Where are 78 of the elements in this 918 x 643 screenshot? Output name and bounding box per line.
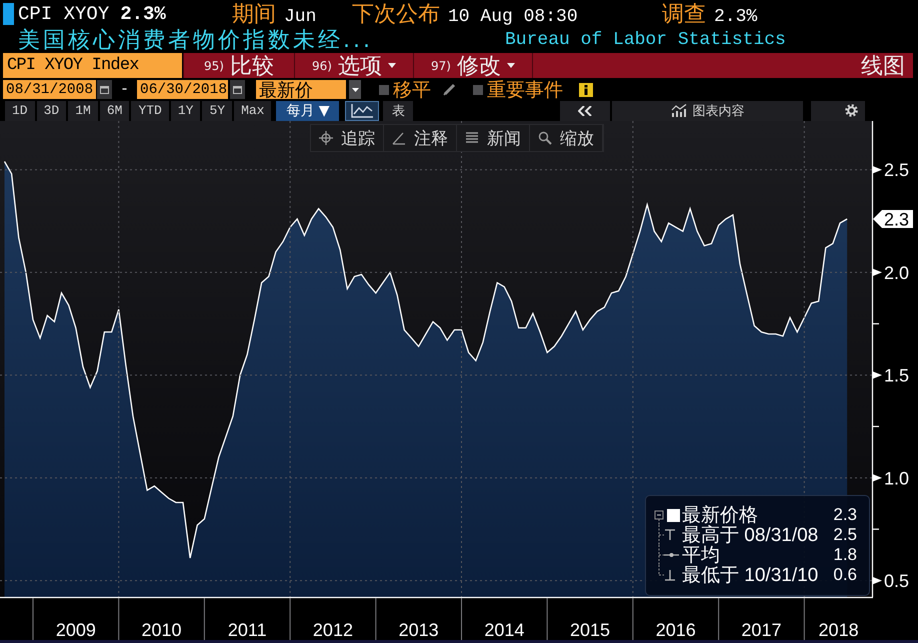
period-button[interactable]: 3D bbox=[36, 100, 66, 120]
price-field-dropdown[interactable]: 最新价 bbox=[256, 80, 346, 99]
chart-contents-button[interactable]: 图表内容 bbox=[612, 100, 803, 120]
ticker: CPI XYOY bbox=[18, 2, 110, 24]
search-icon bbox=[538, 131, 552, 145]
view-button[interactable] bbox=[345, 100, 380, 120]
y-axis-label: 1.0 bbox=[884, 468, 910, 488]
security-description: 美国核心消费者物价指数未经... bbox=[18, 27, 374, 54]
legend-value: 1.8 bbox=[833, 545, 857, 565]
period-button[interactable]: 1D bbox=[5, 100, 35, 120]
calendar-icon bbox=[233, 85, 242, 94]
menu-button[interactable]: 95) 比较 bbox=[183, 53, 294, 78]
field-value: Jun bbox=[284, 6, 316, 26]
period-button[interactable]: 5Y bbox=[202, 100, 232, 120]
security-field[interactable]: CPI XYOY Index bbox=[3, 53, 182, 78]
field-label: 调查 bbox=[662, 0, 706, 28]
x-axis-label: 2013 bbox=[398, 620, 439, 640]
x-axis-label: 2009 bbox=[56, 620, 96, 640]
checkbox-label: 重要事件 bbox=[487, 78, 563, 102]
selection-marker-icon bbox=[3, 2, 14, 24]
legend-label: 最新价格 bbox=[682, 504, 758, 526]
x-axis-label: 2011 bbox=[228, 620, 267, 640]
data-source: Bureau of Labor Statistics bbox=[505, 30, 786, 50]
draw-line-icon bbox=[392, 131, 406, 145]
x-axis-label: 2015 bbox=[570, 620, 610, 640]
y-axis-label: 2.5 bbox=[884, 160, 910, 180]
view-button[interactable]: 表 bbox=[383, 100, 414, 120]
checkbox[interactable] bbox=[473, 84, 483, 94]
x-axis-label: 2012 bbox=[312, 620, 353, 640]
settings-icon bbox=[845, 104, 858, 117]
x-axis-label: 2018 bbox=[818, 620, 859, 640]
field-label: 期间 bbox=[232, 0, 276, 28]
end-date-field[interactable]: 06/30/2018 bbox=[137, 80, 228, 99]
legend-value: 2.3 bbox=[833, 505, 857, 525]
calendar-button[interactable] bbox=[97, 80, 112, 99]
y-axis-label: 2.0 bbox=[884, 262, 910, 283]
legend-value: 2.5 bbox=[833, 525, 857, 545]
chart-type-bar: 线图 bbox=[532, 53, 913, 78]
last-value-tag: 2.3 bbox=[873, 210, 913, 230]
checkbox-label: 移平 bbox=[393, 78, 431, 102]
y-axis-label: 0.5 bbox=[884, 571, 910, 592]
legend-label: 平均 bbox=[682, 544, 720, 566]
checkbox[interactable] bbox=[379, 84, 389, 94]
caret-icon bbox=[352, 88, 358, 92]
x-axis-label: 2014 bbox=[484, 620, 524, 640]
legend-label: 最低于 10/31/10 bbox=[682, 564, 818, 588]
calendar-button[interactable] bbox=[230, 80, 245, 99]
frequency-dropdown[interactable]: 每月 ▼ bbox=[276, 100, 340, 120]
period-button[interactable]: 6M bbox=[100, 100, 130, 120]
period-button[interactable]: 1Y bbox=[170, 100, 200, 120]
x-axis-label: 2010 bbox=[142, 620, 182, 640]
dropdown-button[interactable] bbox=[349, 80, 361, 99]
menu-button[interactable]: 96) 选项 bbox=[294, 53, 413, 78]
x-axis-label: 2016 bbox=[656, 620, 696, 640]
period-button[interactable]: YTD bbox=[131, 100, 169, 120]
line-chart-icon bbox=[351, 104, 374, 118]
last-value: 2.3% bbox=[120, 2, 166, 24]
legend-label: 最高于 08/31/08 bbox=[682, 524, 818, 546]
start-date-field[interactable]: 08/31/2008 bbox=[3, 80, 96, 99]
date-separator: - bbox=[118, 81, 130, 98]
menu-button[interactable]: 97) 修改 bbox=[413, 53, 532, 78]
period-button[interactable]: Max bbox=[234, 100, 272, 120]
field-value: 10 Aug 08:30 bbox=[448, 6, 578, 26]
calendar-icon bbox=[100, 85, 109, 94]
field-value: 2.3% bbox=[714, 6, 758, 26]
chart-icon bbox=[670, 104, 686, 117]
legend-value: 0.6 bbox=[833, 565, 857, 585]
pencil-icon[interactable] bbox=[443, 83, 456, 96]
crosshair-icon bbox=[319, 131, 333, 145]
field-label: 下次公布 bbox=[352, 0, 440, 28]
info-icon[interactable] bbox=[579, 82, 593, 96]
x-axis-label: 2017 bbox=[741, 620, 782, 640]
text-lines-icon bbox=[465, 131, 479, 145]
panel-toggle-button[interactable] bbox=[560, 100, 610, 120]
double-chevron-left-icon bbox=[578, 106, 592, 116]
period-button[interactable]: 1M bbox=[68, 100, 98, 120]
y-axis-label: 1.5 bbox=[884, 366, 910, 386]
settings-button[interactable] bbox=[811, 100, 865, 120]
